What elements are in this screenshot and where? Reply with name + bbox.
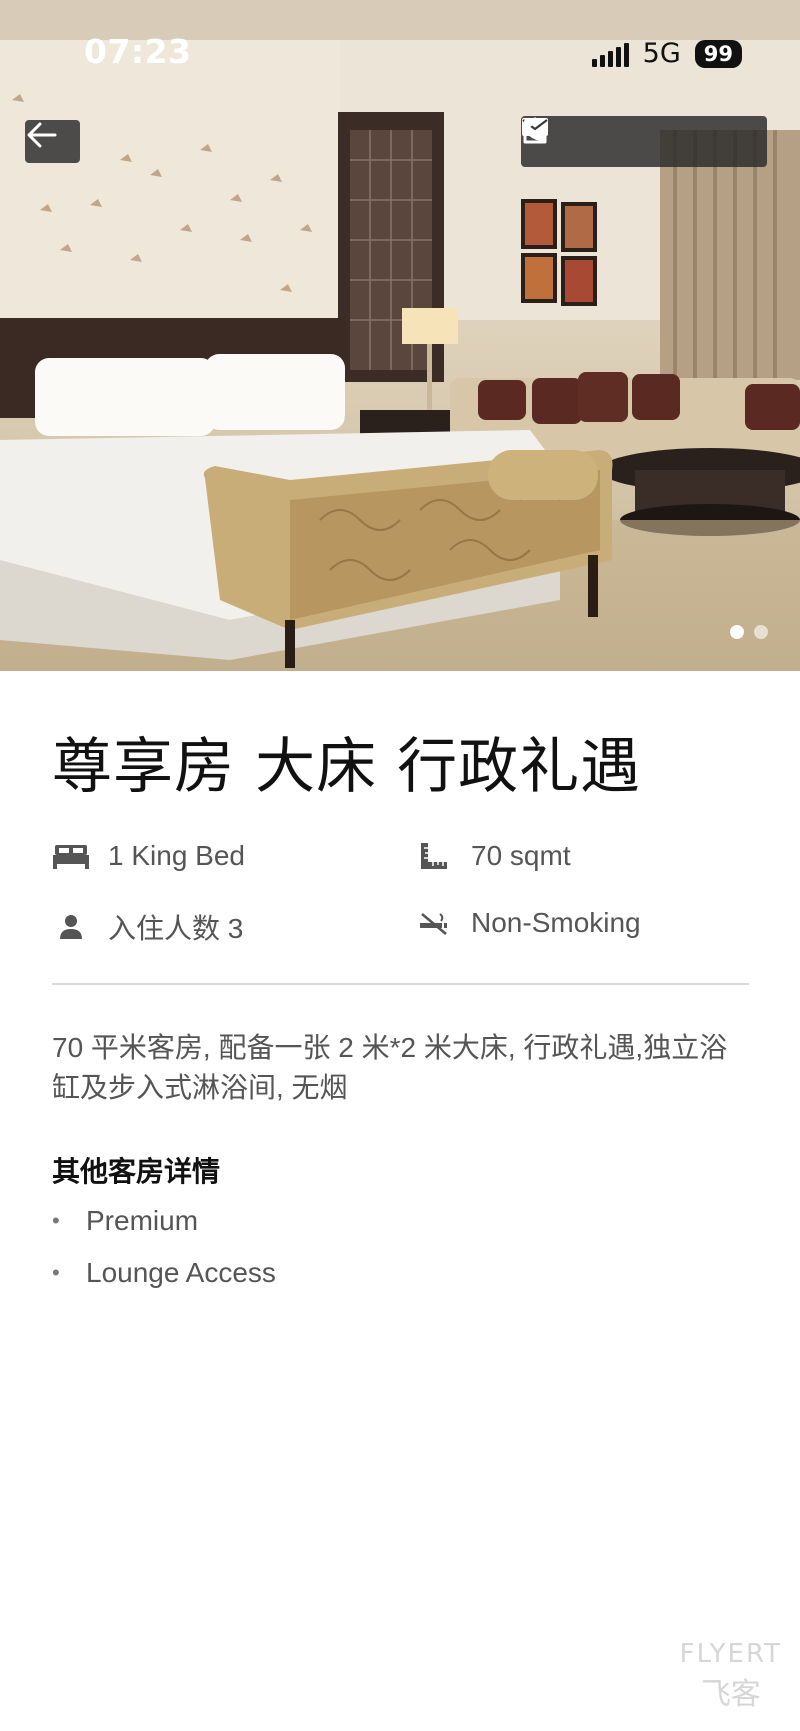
arrow-left-icon	[27, 122, 57, 148]
gallery-dot-2[interactable]	[754, 625, 768, 639]
watermark-line-2: 飞客	[700, 1677, 761, 1712]
battery-indicator: 99	[694, 39, 742, 68]
person-icon	[52, 911, 90, 943]
share-button[interactable]	[523, 117, 595, 164]
status-indicators: 5G 99	[591, 38, 742, 69]
action-bar	[521, 116, 767, 167]
status-time: 07:23	[84, 32, 192, 71]
amenity-smoking: Non-Smoking	[415, 907, 641, 939]
bed-icon	[52, 840, 90, 872]
details-list: • Premium • Lounge Access	[52, 1195, 276, 1299]
bullet: •	[52, 1208, 60, 1233]
room-photo-illustration	[0, 0, 800, 671]
network-label: 5G	[642, 38, 681, 69]
no-smoking-icon	[415, 907, 453, 939]
call-button[interactable]	[524, 119, 745, 164]
ruler-icon	[415, 840, 453, 872]
room-photo[interactable]: 07:23 5G 99	[0, 0, 800, 671]
room-title: 尊享房 大床 行政礼遇	[52, 732, 642, 802]
signal-icon	[591, 41, 629, 67]
details-heading: 其他客房详情	[52, 1156, 221, 1187]
amenity-occupancy: 入住人数 3	[52, 907, 243, 947]
phone-icon	[524, 119, 546, 141]
bullet: •	[52, 1260, 60, 1285]
watermark: FLYERT 飞客	[680, 1639, 782, 1713]
watermark-line-1: FLYERT	[679, 1639, 782, 1669]
amenity-size-label: 70 sqmt	[471, 840, 571, 871]
email-button[interactable]	[522, 118, 670, 164]
detail-label: Premium	[86, 1205, 199, 1236]
list-item: • Premium	[52, 1195, 276, 1247]
divider	[52, 983, 749, 985]
back-button[interactable]	[25, 120, 80, 163]
gallery-pagination[interactable]	[730, 625, 768, 639]
amenity-bed-label: 1 King Bed	[108, 840, 245, 871]
room-description: 70 平米客房, 配备一张 2 米*2 米大床, 行政礼遇,独立浴缸及步入式淋浴…	[52, 1032, 728, 1103]
gallery-dot-1[interactable]	[730, 625, 744, 639]
amenity-smoking-label: Non-Smoking	[471, 907, 641, 938]
list-item: • Lounge Access	[52, 1247, 276, 1299]
amenity-size: 70 sqmt	[415, 840, 571, 872]
detail-label: Lounge Access	[86, 1257, 276, 1288]
amenity-bed: 1 King Bed	[52, 840, 245, 872]
amenity-occupancy-label: 入住人数 3	[108, 913, 244, 944]
